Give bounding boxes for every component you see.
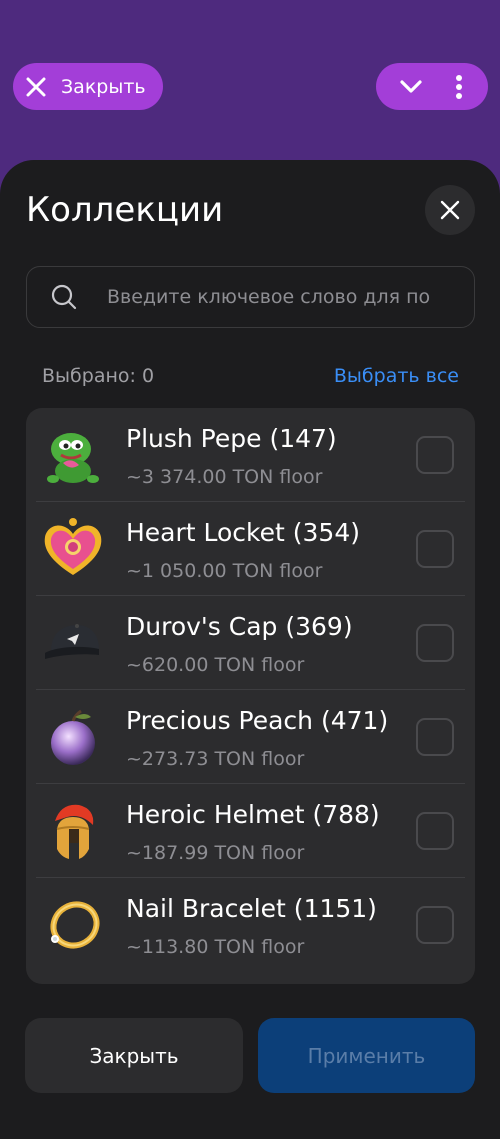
more-vertical-icon[interactable] — [452, 74, 466, 100]
item-checkbox[interactable] — [416, 530, 454, 568]
item-checkbox[interactable] — [416, 812, 454, 850]
item-name: Durov's Cap (369) — [126, 612, 353, 641]
item-checkbox[interactable] — [416, 906, 454, 944]
item-name: Heart Locket (354) — [126, 518, 360, 547]
item-checkbox[interactable] — [416, 718, 454, 756]
collections-list: Plush Pepe (147) ~3 374.00 TON floor Hea… — [26, 408, 475, 984]
item-checkbox[interactable] — [416, 436, 454, 474]
search-field[interactable] — [26, 266, 475, 328]
telegram-header: Закрыть — [0, 0, 500, 160]
item-name: Precious Peach (471) — [126, 706, 389, 735]
item-floor: ~273.73 TON floor — [126, 748, 305, 770]
close-app-button[interactable]: Закрыть — [13, 63, 163, 110]
list-item[interactable]: Durov's Cap (369) ~620.00 TON floor — [26, 596, 475, 690]
item-floor: ~3 374.00 TON floor — [126, 466, 323, 488]
nail-bracelet-icon — [50, 901, 100, 949]
item-name: Heroic Helmet (788) — [126, 800, 380, 829]
heroic-helmet-icon — [55, 804, 94, 859]
heart-locket-icon — [44, 518, 102, 575]
item-floor: ~1 050.00 TON floor — [126, 560, 323, 582]
sheet-close-button[interactable] — [425, 185, 475, 235]
plush-pepe-icon — [47, 433, 99, 483]
precious-peach-icon — [51, 709, 95, 765]
list-item[interactable]: Nail Bracelet (1151) ~113.80 TON floor — [26, 878, 475, 972]
item-floor: ~187.99 TON floor — [126, 842, 305, 864]
durovs-cap-icon — [45, 624, 99, 659]
list-item[interactable]: Heroic Helmet (788) ~187.99 TON floor — [26, 784, 475, 878]
item-name: Plush Pepe (147) — [126, 424, 337, 453]
item-floor: ~620.00 TON floor — [126, 654, 305, 676]
search-icon — [51, 284, 77, 310]
header-actions — [376, 63, 488, 110]
item-checkbox[interactable] — [416, 624, 454, 662]
search-input[interactable] — [107, 286, 447, 308]
item-floor: ~113.80 TON floor — [126, 936, 305, 958]
selected-count: Выбрано: 0 — [42, 365, 155, 387]
close-button[interactable]: Закрыть — [25, 1018, 243, 1093]
item-name: Nail Bracelet (1151) — [126, 894, 377, 923]
select-all-link[interactable]: Выбрать все — [334, 365, 459, 387]
list-item[interactable]: Heart Locket (354) ~1 050.00 TON floor — [26, 502, 475, 596]
sheet-title: Коллекции — [26, 190, 224, 230]
apply-button[interactable]: Применить — [258, 1018, 475, 1093]
close-icon — [26, 77, 46, 96]
list-item[interactable]: Plush Pepe (147) ~3 374.00 TON floor — [26, 408, 475, 502]
close-app-label: Закрыть — [61, 75, 146, 98]
chevron-down-icon[interactable] — [398, 74, 424, 100]
close-icon — [440, 200, 460, 220]
collections-sheet: Коллекции Выбрано: 0 Выбрать все — [0, 160, 500, 1139]
list-item[interactable]: Precious Peach (471) ~273.73 TON floor — [26, 690, 475, 784]
